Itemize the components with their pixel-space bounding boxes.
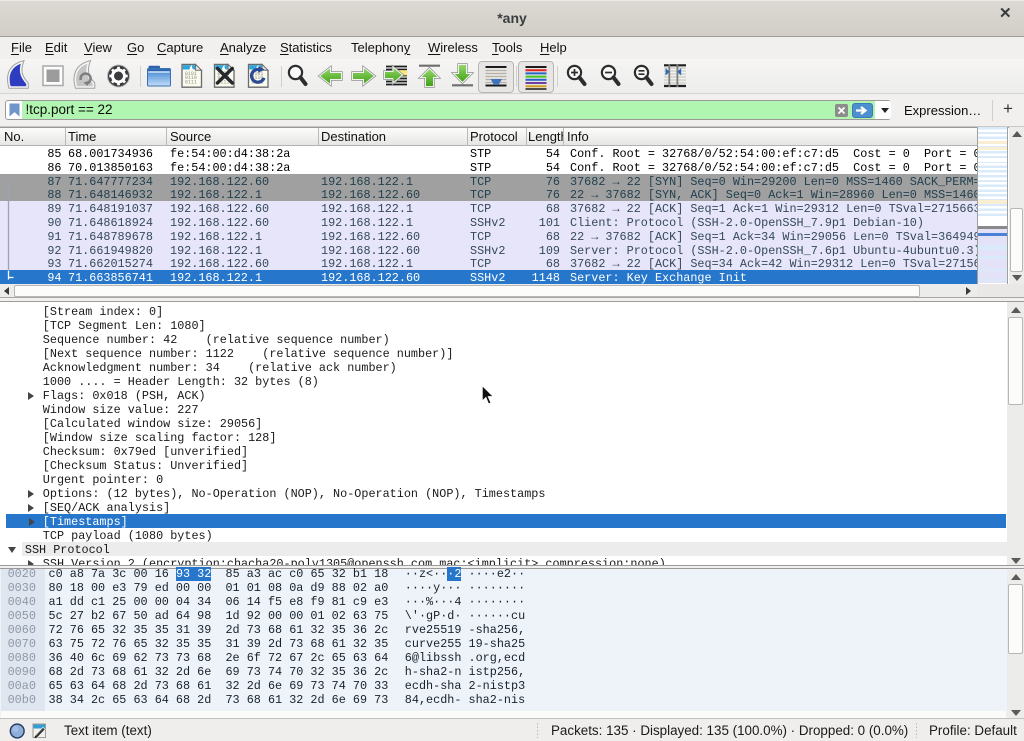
svg-text:0111: 0111 (185, 80, 197, 86)
